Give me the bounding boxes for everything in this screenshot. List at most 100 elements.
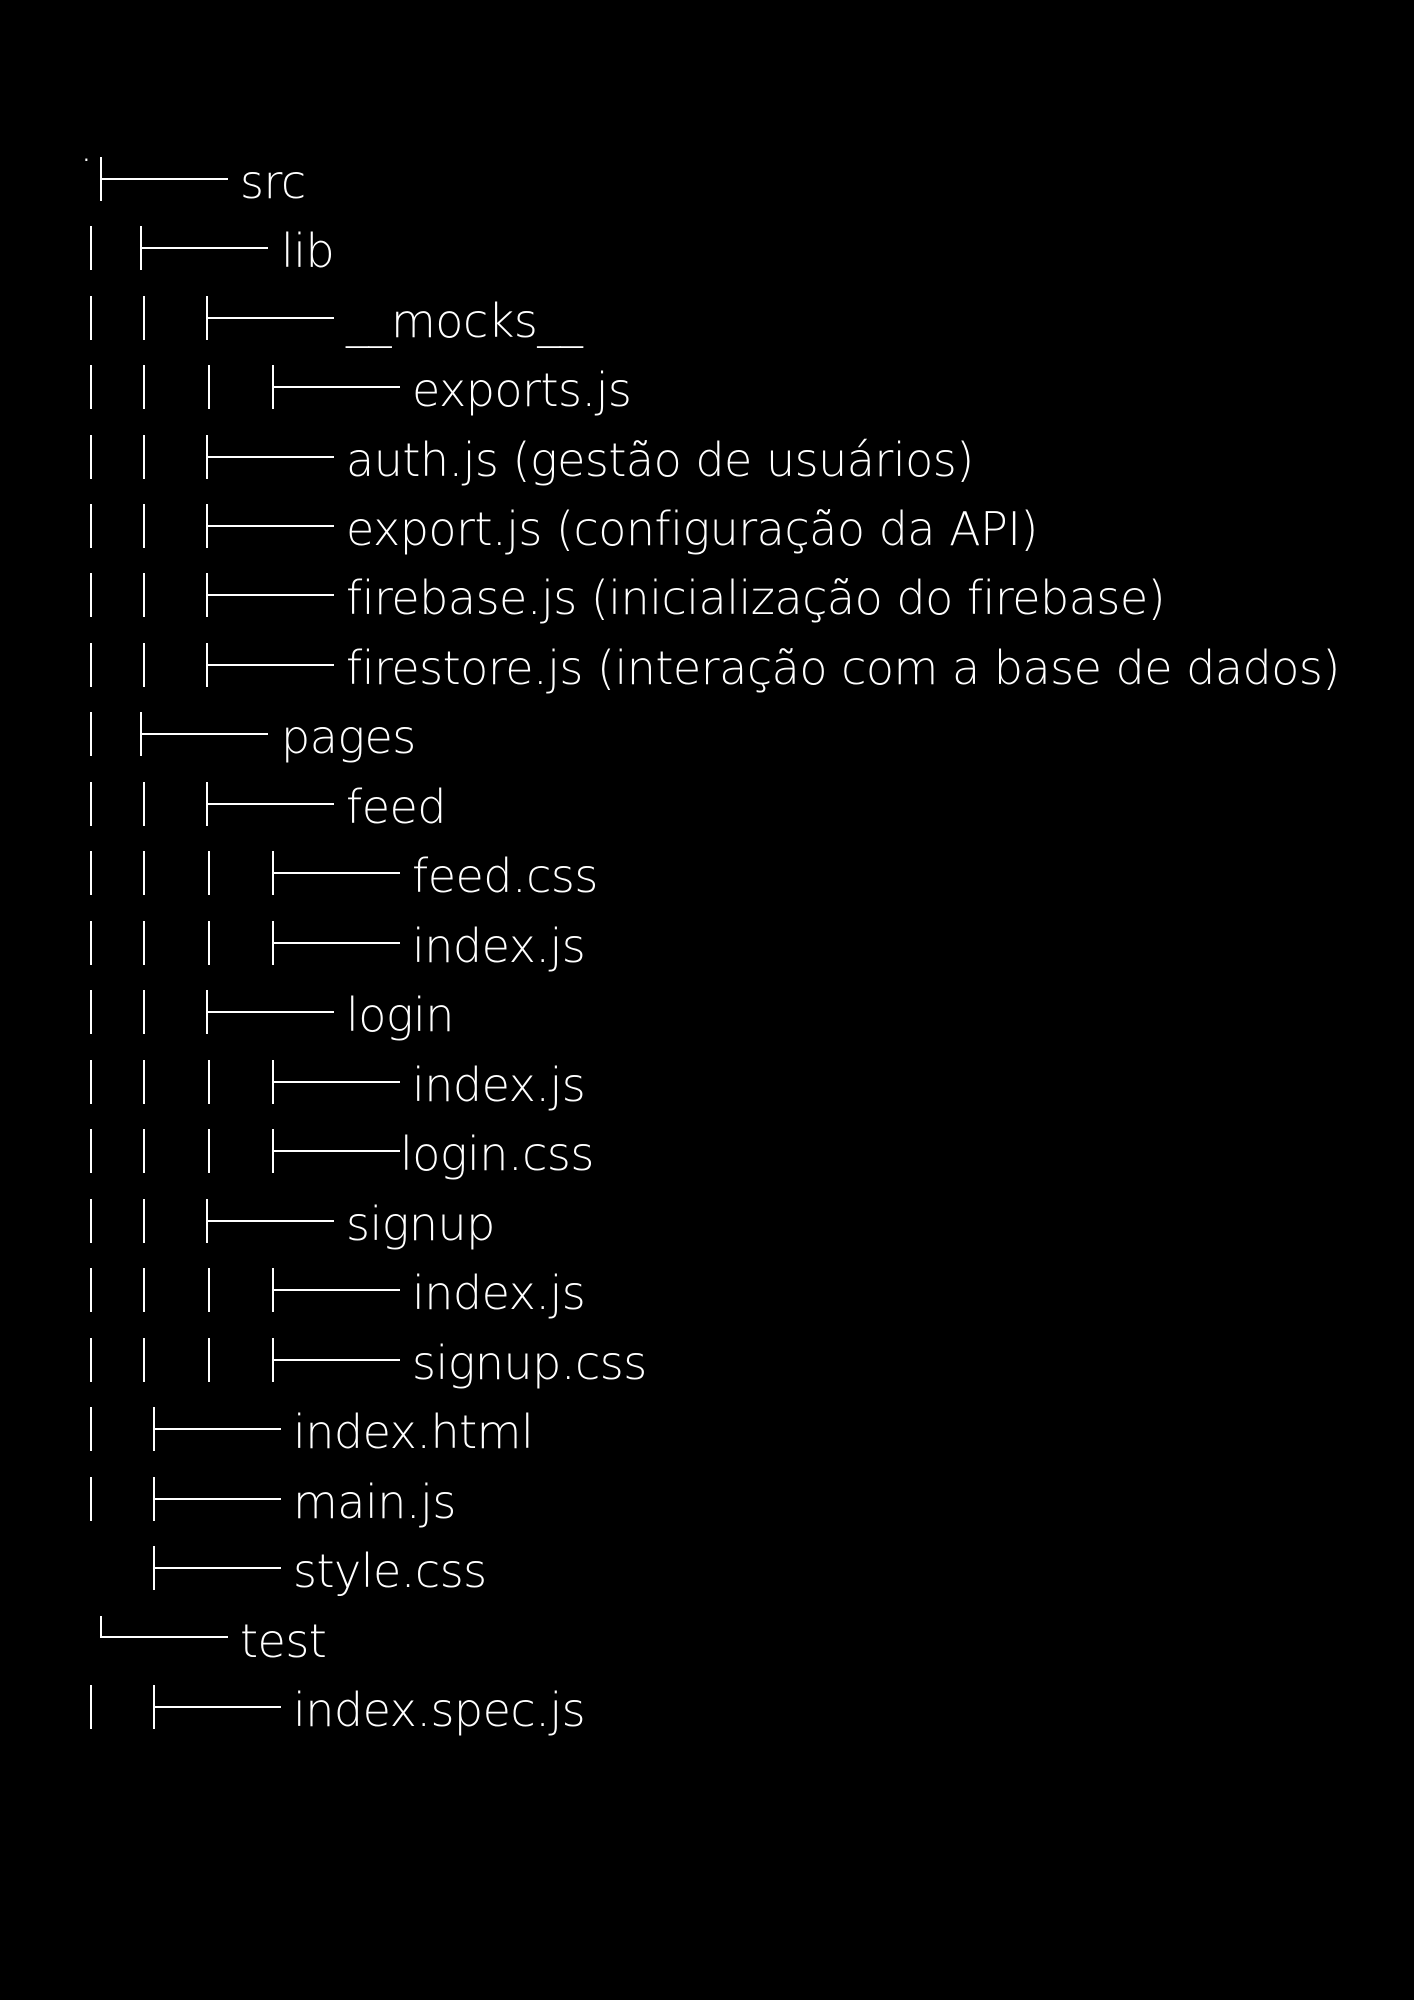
tree-folder-label: lib xyxy=(281,224,335,278)
tree-guide-line xyxy=(143,573,145,617)
tree-guide-line xyxy=(90,782,92,826)
tree-branch-connector xyxy=(272,1268,400,1312)
tree-folder-label: pages xyxy=(281,710,416,764)
tree-guide-line xyxy=(90,435,92,479)
tree-branch-connector xyxy=(140,226,268,270)
tree-folder-row-feed: feed xyxy=(0,772,1414,842)
tree-guide-line xyxy=(143,1060,145,1104)
tree-file-label: auth.js (gestão de usuários) xyxy=(346,433,974,487)
tree-folder-row-src: src xyxy=(0,147,1414,217)
tree-branch-connector xyxy=(153,1685,281,1729)
tree-folder-label: __mocks__ xyxy=(346,294,583,348)
tree-guide-line xyxy=(90,573,92,617)
tree-branch-connector xyxy=(272,365,400,409)
tree-file-label: signup.css xyxy=(412,1336,647,1390)
tree-file-row-index-js: index.js xyxy=(0,911,1414,981)
tree-guide-line xyxy=(90,990,92,1034)
tree-file-row-exports-js: exports.js xyxy=(0,355,1414,425)
tree-guide-line xyxy=(90,1199,92,1243)
tree-guide-line xyxy=(143,990,145,1034)
tree-guide-line xyxy=(90,643,92,687)
tree-guide-line xyxy=(143,1268,145,1312)
tree-file-row-login-css: login.css xyxy=(0,1119,1414,1189)
tree-folder-row-test: test xyxy=(0,1606,1414,1676)
tree-guide-line xyxy=(90,1407,92,1451)
tree-file-row-index-js: index.js xyxy=(0,1050,1414,1120)
tree-guide-line xyxy=(208,1268,210,1312)
tree-file-label: login.css xyxy=(400,1127,594,1181)
tree-file-row-index-html: index.html xyxy=(0,1397,1414,1467)
tree-folder-label: test xyxy=(240,1614,327,1668)
tree-guide-line xyxy=(208,1338,210,1382)
tree-file-row-firebase-js: firebase.js (inicialização do firebase) xyxy=(0,563,1414,633)
tree-file-label: export.js (configuração da API) xyxy=(346,502,1038,556)
tree-file-label: index.html xyxy=(293,1405,534,1459)
tree-guide-line xyxy=(90,1477,92,1521)
tree-folder-label: login xyxy=(346,988,454,1042)
tree-file-label: index.js xyxy=(412,919,586,973)
tree-branch-connector xyxy=(206,504,334,548)
tree-file-label: index.js xyxy=(412,1266,586,1320)
tree-branch-connector xyxy=(153,1546,281,1590)
tree-folder-label: signup xyxy=(346,1197,495,1251)
tree-guide-line xyxy=(90,851,92,895)
tree-branch-connector xyxy=(272,1060,400,1104)
tree-file-label: main.js xyxy=(293,1475,456,1529)
tree-folder-row-pages: pages xyxy=(0,702,1414,772)
tree-file-row-firestore-js: firestore.js (interação com a base de da… xyxy=(0,633,1414,703)
tree-file-label: index.spec.js xyxy=(293,1683,586,1737)
tree-branch-connector xyxy=(272,921,400,965)
tree-guide-line xyxy=(143,921,145,965)
tree-file-label: firestore.js (interação com a base de da… xyxy=(346,641,1340,695)
tree-branch-connector xyxy=(272,1338,400,1382)
tree-last-branch-connector xyxy=(100,1616,228,1638)
tree-guide-line xyxy=(143,782,145,826)
tree-guide-line xyxy=(90,1338,92,1382)
tree-guide-line xyxy=(143,851,145,895)
tree-guide-line xyxy=(143,643,145,687)
tree-file-label: style.css xyxy=(293,1544,487,1598)
tree-branch-connector xyxy=(206,1199,334,1243)
tree-guide-line xyxy=(208,921,210,965)
tree-file-row-index-js: index.js xyxy=(0,1258,1414,1328)
tree-file-row-export-js: export.js (configuração da API) xyxy=(0,494,1414,564)
tree-guide-line xyxy=(90,226,92,270)
tree-branch-connector xyxy=(206,573,334,617)
tree-guide-line xyxy=(90,365,92,409)
tree-guide-line xyxy=(208,1129,210,1173)
tree-file-row-style-css: style.css xyxy=(0,1536,1414,1606)
tree-guide-line xyxy=(143,296,145,340)
tree-folder-label: feed xyxy=(346,780,447,834)
tree-guide-line xyxy=(90,921,92,965)
tree-branch-connector xyxy=(206,435,334,479)
tree-folder-row-signup: signup xyxy=(0,1189,1414,1259)
tree-branch-connector xyxy=(100,157,228,201)
tree-guide-line xyxy=(90,1685,92,1729)
tree-branch-connector xyxy=(206,296,334,340)
tree-guide-line xyxy=(90,712,92,756)
tree-branch-connector xyxy=(272,1129,400,1173)
tree-branch-connector xyxy=(206,782,334,826)
tree-guide-line xyxy=(143,1129,145,1173)
tree-guide-line xyxy=(143,1338,145,1382)
tree-branch-connector xyxy=(206,990,334,1034)
tree-guide-line xyxy=(208,851,210,895)
tree-folder-row-login: login xyxy=(0,980,1414,1050)
tree-file-label: exports.js xyxy=(412,363,632,417)
tree-guide-line xyxy=(143,504,145,548)
tree-guide-line xyxy=(90,1268,92,1312)
tree-guide-line xyxy=(90,504,92,548)
tree-file-row-index-spec-js: index.spec.js xyxy=(0,1675,1414,1745)
tree-guide-line xyxy=(143,365,145,409)
tree-branch-connector xyxy=(272,851,400,895)
tree-file-row-signup-css: signup.css xyxy=(0,1328,1414,1398)
tree-branch-connector xyxy=(140,712,268,756)
tree-file-label: firebase.js (inicialização do firebase) xyxy=(346,571,1166,625)
tree-guide-line xyxy=(90,1060,92,1104)
tree-guide-line xyxy=(143,435,145,479)
tree-folder-label: src xyxy=(240,155,306,209)
tree-file-label: index.js xyxy=(412,1058,586,1112)
tree-file-row-main-js: main.js xyxy=(0,1467,1414,1537)
tree-branch-connector xyxy=(153,1407,281,1451)
tree-file-row-feed-css: feed.css xyxy=(0,841,1414,911)
